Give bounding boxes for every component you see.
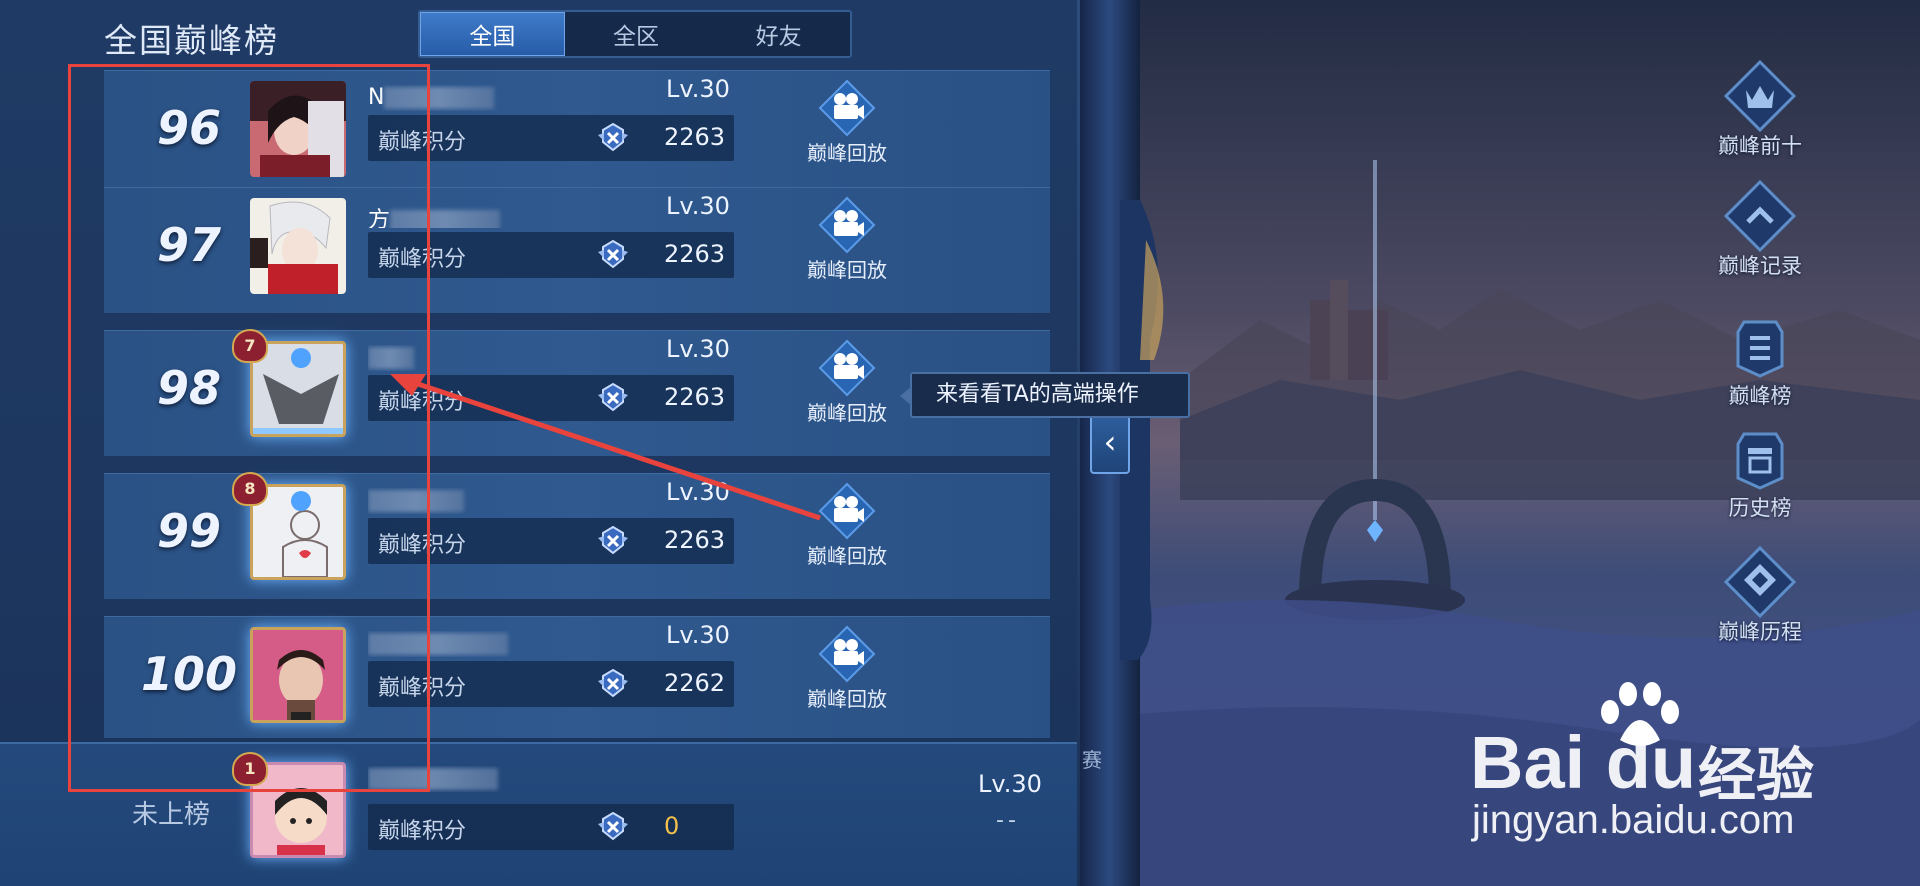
history-shield-icon	[1736, 432, 1784, 490]
annotation-box	[68, 64, 430, 792]
baidu-watermark: Bai du 经验 jingyan.baidu.com	[1470, 680, 1830, 860]
replay-label: 巅峰回放	[807, 687, 887, 711]
tab-region[interactable]: 全区	[565, 12, 708, 56]
score-value: 2263	[664, 123, 726, 151]
score-value: 2262	[664, 669, 726, 697]
score-value: 2263	[664, 526, 726, 554]
self-extra: --	[996, 808, 1020, 833]
video-camera-icon	[818, 196, 876, 254]
rank-emblem-icon	[598, 668, 628, 698]
scope-tabs: 全国 全区 好友	[418, 10, 852, 58]
self-level: Lv.30	[978, 770, 1042, 798]
score-value: 0	[664, 812, 680, 840]
side-item-label: 历史榜	[1728, 496, 1792, 520]
chevron-up-shield-icon	[1724, 180, 1796, 252]
video-camera-icon	[818, 625, 876, 683]
video-camera-icon	[818, 79, 876, 137]
score-box: 巅峰积分 0	[368, 804, 734, 850]
score-label: 巅峰积分	[378, 819, 467, 844]
score-value: 2263	[664, 240, 726, 268]
watermark-url: jingyan.baidu.com	[1472, 798, 1795, 842]
side-item-label: 巅峰榜	[1728, 384, 1792, 408]
side-item-history[interactable]: 历史榜	[1690, 422, 1830, 532]
tab-friends[interactable]: 好友	[707, 12, 850, 56]
annotation-arrow	[390, 374, 821, 521]
diamond-shield-icon	[1724, 546, 1796, 618]
list-shield-icon	[1736, 320, 1784, 378]
side-item-label: 巅峰前十	[1718, 134, 1802, 158]
self-rank-text: 未上榜	[132, 800, 211, 830]
side-item-journey[interactable]: 巅峰历程	[1690, 546, 1830, 656]
side-item-label: 巅峰记录	[1718, 254, 1802, 278]
replay-button[interactable]: 巅峰回放	[792, 196, 902, 306]
side-item-label: 巅峰历程	[1718, 620, 1802, 644]
rank-emblem-icon	[598, 239, 628, 269]
rank-emblem-icon	[598, 811, 628, 841]
replay-label: 巅峰回放	[807, 141, 887, 165]
player-level: Lv.30	[666, 75, 730, 103]
crown-shield-icon	[1724, 60, 1796, 132]
tab-national[interactable]: 全国	[420, 12, 565, 56]
watermark-brand: Bai du	[1470, 721, 1697, 804]
replay-tooltip: 来看看TA的高端操作	[900, 372, 1190, 418]
chevron-left-icon: ‹	[1103, 423, 1117, 461]
side-tag: 赛	[1082, 748, 1102, 772]
player-level: Lv.30	[666, 621, 730, 649]
collapse-panel-button[interactable]: ‹	[1090, 412, 1130, 474]
side-item-top-ten[interactable]: 巅峰前十	[1690, 60, 1830, 170]
page-title: 全国巅峰榜	[104, 21, 279, 60]
replay-button[interactable]: 巅峰回放	[792, 625, 902, 735]
rank-emblem-icon	[598, 122, 628, 152]
replay-label: 巅峰回放	[807, 544, 887, 568]
side-item-leaderboard[interactable]: 巅峰榜	[1690, 310, 1830, 420]
replay-label: 巅峰回放	[807, 258, 887, 282]
replay-button[interactable]: 巅峰回放	[792, 79, 902, 189]
player-level: Lv.30	[666, 192, 730, 220]
side-item-records[interactable]: 巅峰记录	[1690, 180, 1830, 290]
scene-background: 巅峰前十 巅峰记录 巅峰榜 历史榜 巅峰历程 Bai du 经验 jingyan…	[1080, 0, 1920, 886]
player-level: Lv.30	[666, 335, 730, 363]
